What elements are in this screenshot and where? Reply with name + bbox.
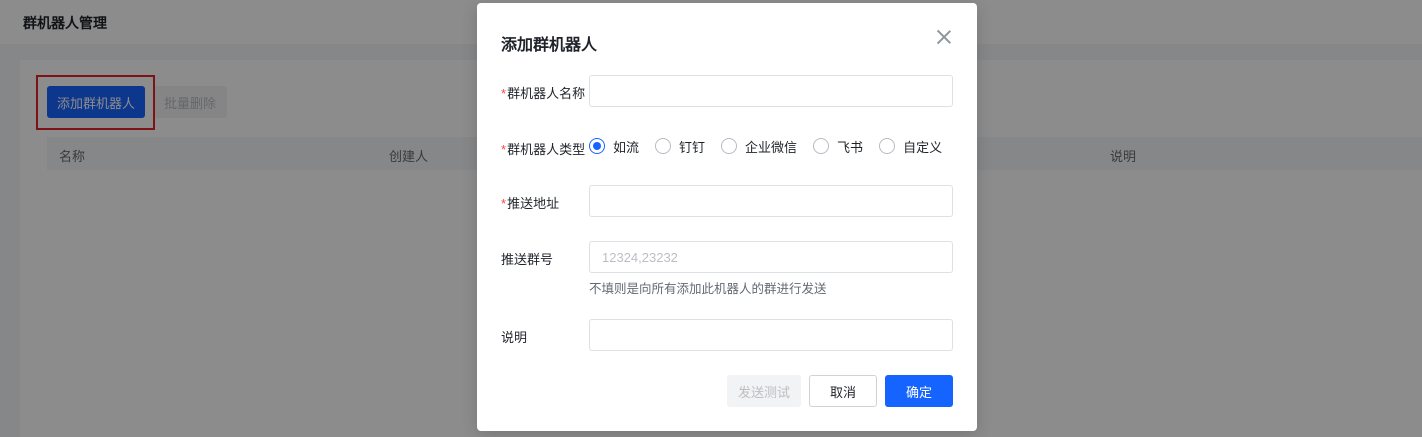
required-mark: * [501, 86, 507, 101]
radio-checked-icon [589, 138, 605, 154]
send-test-button[interactable]: 发送测试 [727, 375, 801, 407]
radio-unchecked-icon [879, 138, 896, 154]
radio-custom[interactable]: 自定义 [879, 137, 942, 156]
group-ids-help: 不填则是向所有添加此机器人的群进行发送 [589, 282, 827, 296]
radio-unchecked-icon [813, 138, 830, 154]
radio-label: 如流 [613, 139, 640, 155]
required-mark: * [501, 142, 507, 157]
radio-label: 飞书 [837, 139, 864, 155]
robot-name-input[interactable] [589, 75, 953, 107]
dialog-title: 添加群机器人 [501, 37, 598, 54]
group-ids-label: 推送群号 [501, 252, 554, 267]
push-url-input[interactable] [589, 185, 953, 217]
robot-type-radio-group: 如流 钉钉 企业微信 飞书 自定义 [589, 136, 958, 156]
add-robot-dialog: 添加群机器人 *群机器人名称 *群机器人类型 如流 钉钉 企业微信 飞书 自定义… [477, 3, 977, 431]
radio-unchecked-icon [721, 138, 738, 154]
radio-label: 企业微信 [745, 139, 798, 155]
name-label-text: 群机器人名称 [507, 86, 586, 101]
name-label: *群机器人名称 [501, 83, 585, 102]
radio-wecom[interactable]: 企业微信 [721, 137, 797, 156]
push-url-label: *推送地址 [501, 193, 559, 212]
push-url-label-text: 推送地址 [507, 196, 560, 211]
description-input[interactable] [589, 319, 953, 351]
required-mark: * [501, 196, 507, 211]
radio-ruliu[interactable]: 如流 [589, 137, 639, 156]
confirm-button[interactable]: 确定 [885, 375, 953, 407]
group-ids-input[interactable] [589, 241, 953, 273]
type-label: *群机器人类型 [501, 139, 585, 158]
description-label: 说明 [501, 330, 528, 345]
close-icon[interactable] [935, 28, 953, 46]
radio-label: 钉钉 [679, 139, 706, 155]
radio-feishu[interactable]: 飞书 [813, 137, 863, 156]
cancel-button[interactable]: 取消 [809, 375, 877, 407]
type-label-text: 群机器人类型 [507, 142, 586, 157]
radio-label: 自定义 [903, 139, 943, 155]
radio-unchecked-icon [655, 138, 672, 154]
radio-dingtalk[interactable]: 钉钉 [655, 137, 705, 156]
